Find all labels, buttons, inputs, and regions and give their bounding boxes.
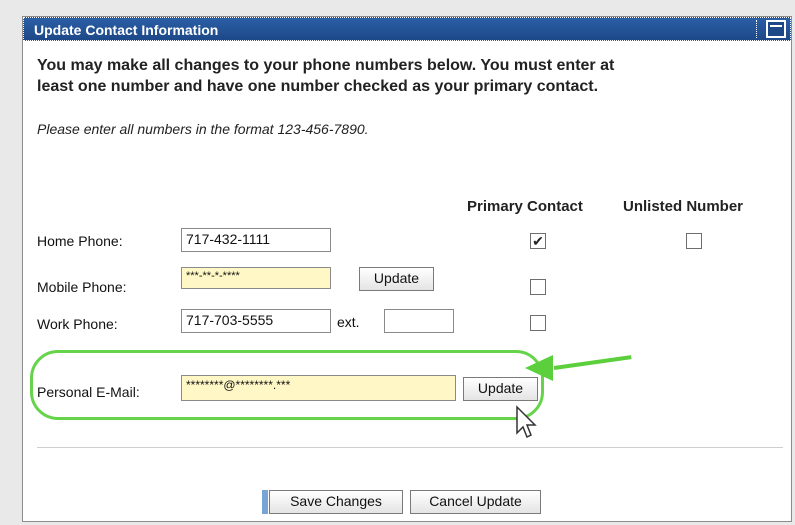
home-phone-input[interactable]: 717-432-1111 <box>181 228 331 252</box>
intro-line-1: You may make all changes to your phone n… <box>37 57 615 74</box>
mobile-update-button[interactable]: Update <box>359 267 434 291</box>
home-primary-checkbox[interactable]: ✔ <box>530 233 546 249</box>
ext-label: ext. <box>337 314 360 330</box>
update-contact-panel: Update Contact Information You may make … <box>22 16 792 522</box>
mobile-phone-label: Mobile Phone: <box>37 279 127 295</box>
format-hint: Please enter all numbers in the format 1… <box>37 121 369 137</box>
intro-line-2: least one number and have one number che… <box>37 78 599 95</box>
home-unlisted-checkbox[interactable] <box>686 233 702 249</box>
work-primary-checkbox[interactable] <box>530 315 546 331</box>
save-changes-button[interactable]: Save Changes <box>269 490 403 514</box>
email-label: Personal E-Mail: <box>37 384 140 400</box>
panel-titlebar: Update Contact Information <box>23 17 791 41</box>
mouse-pointer-icon <box>516 405 537 439</box>
mobile-phone-input[interactable]: ***-**-*-**** <box>181 267 331 289</box>
cancel-update-button[interactable]: Cancel Update <box>410 490 541 514</box>
work-phone-label: Work Phone: <box>37 316 118 332</box>
home-phone-label: Home Phone: <box>37 233 123 249</box>
collapse-icon[interactable] <box>766 20 786 38</box>
save-focus-marker <box>262 490 268 514</box>
green-arrow-head-icon <box>525 355 553 381</box>
primary-contact-header: Primary Contact <box>467 198 583 215</box>
unlisted-number-header: Unlisted Number <box>623 198 744 215</box>
panel-title: Update Contact Information <box>34 22 219 38</box>
titlebar-separator <box>756 20 758 38</box>
section-divider <box>37 447 783 448</box>
email-input[interactable]: ********@********.*** <box>181 375 456 401</box>
work-phone-input[interactable]: 717-703-5555 <box>181 309 331 333</box>
checkmark-icon: ✔ <box>532 233 544 249</box>
mobile-primary-checkbox[interactable] <box>530 279 546 295</box>
work-ext-input[interactable] <box>384 309 454 333</box>
intro-text: You may make all changes to your phone n… <box>37 55 777 97</box>
